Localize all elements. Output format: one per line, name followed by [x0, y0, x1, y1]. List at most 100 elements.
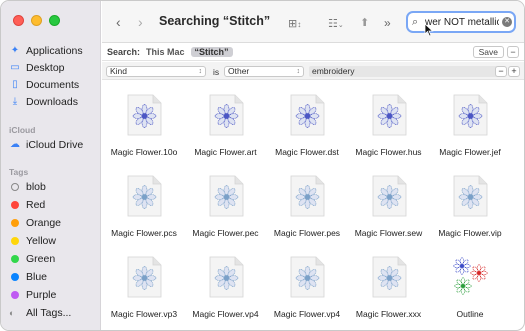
embroidery-file-icon [209, 175, 243, 217]
file-item[interactable]: Magic Flower.pcs [104, 170, 184, 250]
embroidery-file-icon [372, 256, 406, 298]
sidebar-item-label: Desktop [26, 62, 65, 74]
chevron-down-icon: ⌄ [337, 22, 344, 29]
search-criteria-row: Kind ↕ is Other ↕ embroidery − + [102, 62, 524, 80]
add-criteria-button[interactable]: + [508, 66, 520, 77]
minimize-window-button[interactable] [31, 15, 42, 26]
sidebar-tag-orange[interactable]: Orange [9, 215, 61, 231]
file-name: Magic Flower.dst [275, 147, 339, 157]
outline-embroidery-icon [453, 257, 488, 295]
search-field[interactable]: ⌕ wer NOT metallic ✕ [406, 11, 516, 33]
tag-color-icon [11, 291, 19, 299]
sidebar-item-icloud-drive[interactable]: ☁ iCloud Drive [9, 137, 83, 153]
popup-arrows-icon: ↕ [296, 68, 301, 75]
file-item[interactable]: Magic Flower.pes [267, 170, 347, 250]
all-tags-icon: ◐ [9, 308, 15, 318]
file-item[interactable]: Magic Flower.vp4 [186, 251, 266, 330]
file-item[interactable]: Magic Flower.10o [104, 89, 184, 169]
sidebar-item-documents[interactable]: ▯ Documents [9, 77, 79, 93]
icloud-section-header: iCloud [9, 125, 36, 135]
file-name: Magic Flower.hus [355, 147, 422, 157]
file-item[interactable]: Magic Flower.sew [349, 170, 429, 250]
file-item[interactable]: Outline [430, 251, 510, 330]
sidebar-tag-purple[interactable]: Purple [9, 287, 56, 303]
file-name: Magic Flower.pes [273, 228, 341, 238]
file-item[interactable]: Magic Flower.vip [430, 170, 510, 250]
embroidery-file-icon [453, 175, 488, 217]
scope-this-mac[interactable]: This Mac [146, 47, 185, 57]
file-name: Magic Flower.vp3 [110, 309, 178, 319]
file-name: Outline [456, 309, 484, 319]
finder-window: ✦ Applications ▭ Desktop ▯ Documents ⤓ D… [0, 0, 525, 331]
embroidery-file-icon [127, 175, 162, 217]
back-button[interactable]: ‹ [116, 13, 121, 31]
tag-label: Blue [26, 271, 48, 283]
popup-arrows-icon: ↕ [198, 68, 203, 75]
kind-popup[interactable]: Other ↕ [224, 66, 304, 77]
sidebar-item-downloads[interactable]: ⤓ Downloads [9, 94, 78, 110]
file-name: Magic Flower.vp4 [273, 309, 341, 319]
sidebar-tag-blob[interactable]: blob [9, 179, 46, 195]
file-item[interactable]: Magic Flower.hus [349, 89, 429, 169]
documents-icon: ▯ [12, 79, 18, 90]
remove-criteria-button[interactable]: − [495, 66, 507, 77]
share-button[interactable]: ⬆ [360, 14, 369, 32]
zoom-window-button[interactable] [49, 15, 60, 26]
embroidery-file-icon [209, 256, 243, 298]
sidebar-tag-blue[interactable]: Blue [9, 269, 47, 285]
tag-label: Purple [26, 289, 57, 301]
remove-search-button[interactable]: − [507, 46, 519, 58]
forward-button[interactable]: › [138, 13, 143, 31]
file-name: Magic Flower.sew [354, 228, 423, 238]
tag-color-icon [11, 219, 19, 227]
applications-icon: ✦ [10, 45, 20, 56]
group-by-button[interactable]: ☷⌄ [328, 15, 344, 35]
file-item[interactable]: Magic Flower.pec [186, 170, 266, 250]
file-name: Magic Flower.10o [110, 147, 178, 157]
tag-label: All Tags... [26, 307, 72, 319]
more-toolbar-button[interactable]: » [384, 14, 391, 32]
sidebar-item-desktop[interactable]: ▭ Desktop [9, 60, 65, 76]
embroidery-file-icon [290, 175, 325, 217]
chevron-left-icon: ‹ [116, 14, 121, 30]
scope-current-folder[interactable]: “Stitch” [190, 46, 233, 57]
file-item[interactable]: Magic Flower.vp3 [104, 251, 184, 330]
view-mode-button[interactable]: ⊞↕ [288, 15, 301, 34]
tag-label: blob [26, 181, 46, 193]
attribute-popup[interactable]: Kind ↕ [106, 66, 206, 77]
file-item[interactable]: Magic Flower.dst [267, 89, 347, 169]
sidebar-tag-all-tags[interactable]: ◐ All Tags... [9, 305, 71, 321]
embroidery-file-icon [127, 94, 162, 136]
search-input[interactable]: wer NOT metallic [425, 17, 499, 28]
window-title: Searching “Stitch” [159, 14, 271, 28]
tag-label: Orange [26, 217, 62, 229]
toolbar: ‹ › Searching “Stitch” ⊞↕ ☷⌄ ⬆ » ⌕ wer N… [102, 1, 524, 43]
file-item[interactable]: Magic Flower.jef [430, 89, 510, 169]
clear-search-icon[interactable]: ✕ [502, 17, 512, 27]
embroidery-file-icon [290, 94, 325, 136]
file-name: Magic Flower.pcs [111, 228, 177, 238]
embroidery-file-icon [453, 94, 488, 136]
double-chevron-right-icon: » [384, 16, 391, 30]
sidebar-tag-green[interactable]: Green [9, 251, 55, 267]
save-search-button[interactable]: Save [472, 46, 504, 58]
sidebar: ✦ Applications ▭ Desktop ▯ Documents ⤓ D… [1, 1, 101, 330]
file-item[interactable]: Magic Flower.xxx [349, 251, 429, 330]
group-icon: ☷ [328, 18, 338, 30]
file-item[interactable]: Magic Flower.art [186, 89, 266, 169]
sidebar-item-applications[interactable]: ✦ Applications [9, 43, 83, 59]
tags-section-header: Tags [9, 167, 29, 177]
mouse-pointer-icon [424, 23, 434, 37]
sidebar-tag-red[interactable]: Red [9, 197, 45, 213]
sidebar-item-label: Applications [26, 45, 83, 57]
embroidery-file-icon [209, 94, 243, 136]
kind-text-field[interactable]: embroidery [309, 66, 504, 77]
sidebar-tag-yellow[interactable]: Yellow [9, 233, 56, 249]
embroidery-file-icon [127, 256, 162, 298]
embroidery-file-icon [290, 256, 325, 298]
file-item[interactable]: Magic Flower.vp4 [267, 251, 347, 330]
close-window-button[interactable] [13, 15, 24, 26]
file-name: Magic Flower.pec [192, 228, 259, 238]
window-controls [13, 15, 60, 26]
sidebar-item-label: iCloud Drive [26, 139, 84, 151]
